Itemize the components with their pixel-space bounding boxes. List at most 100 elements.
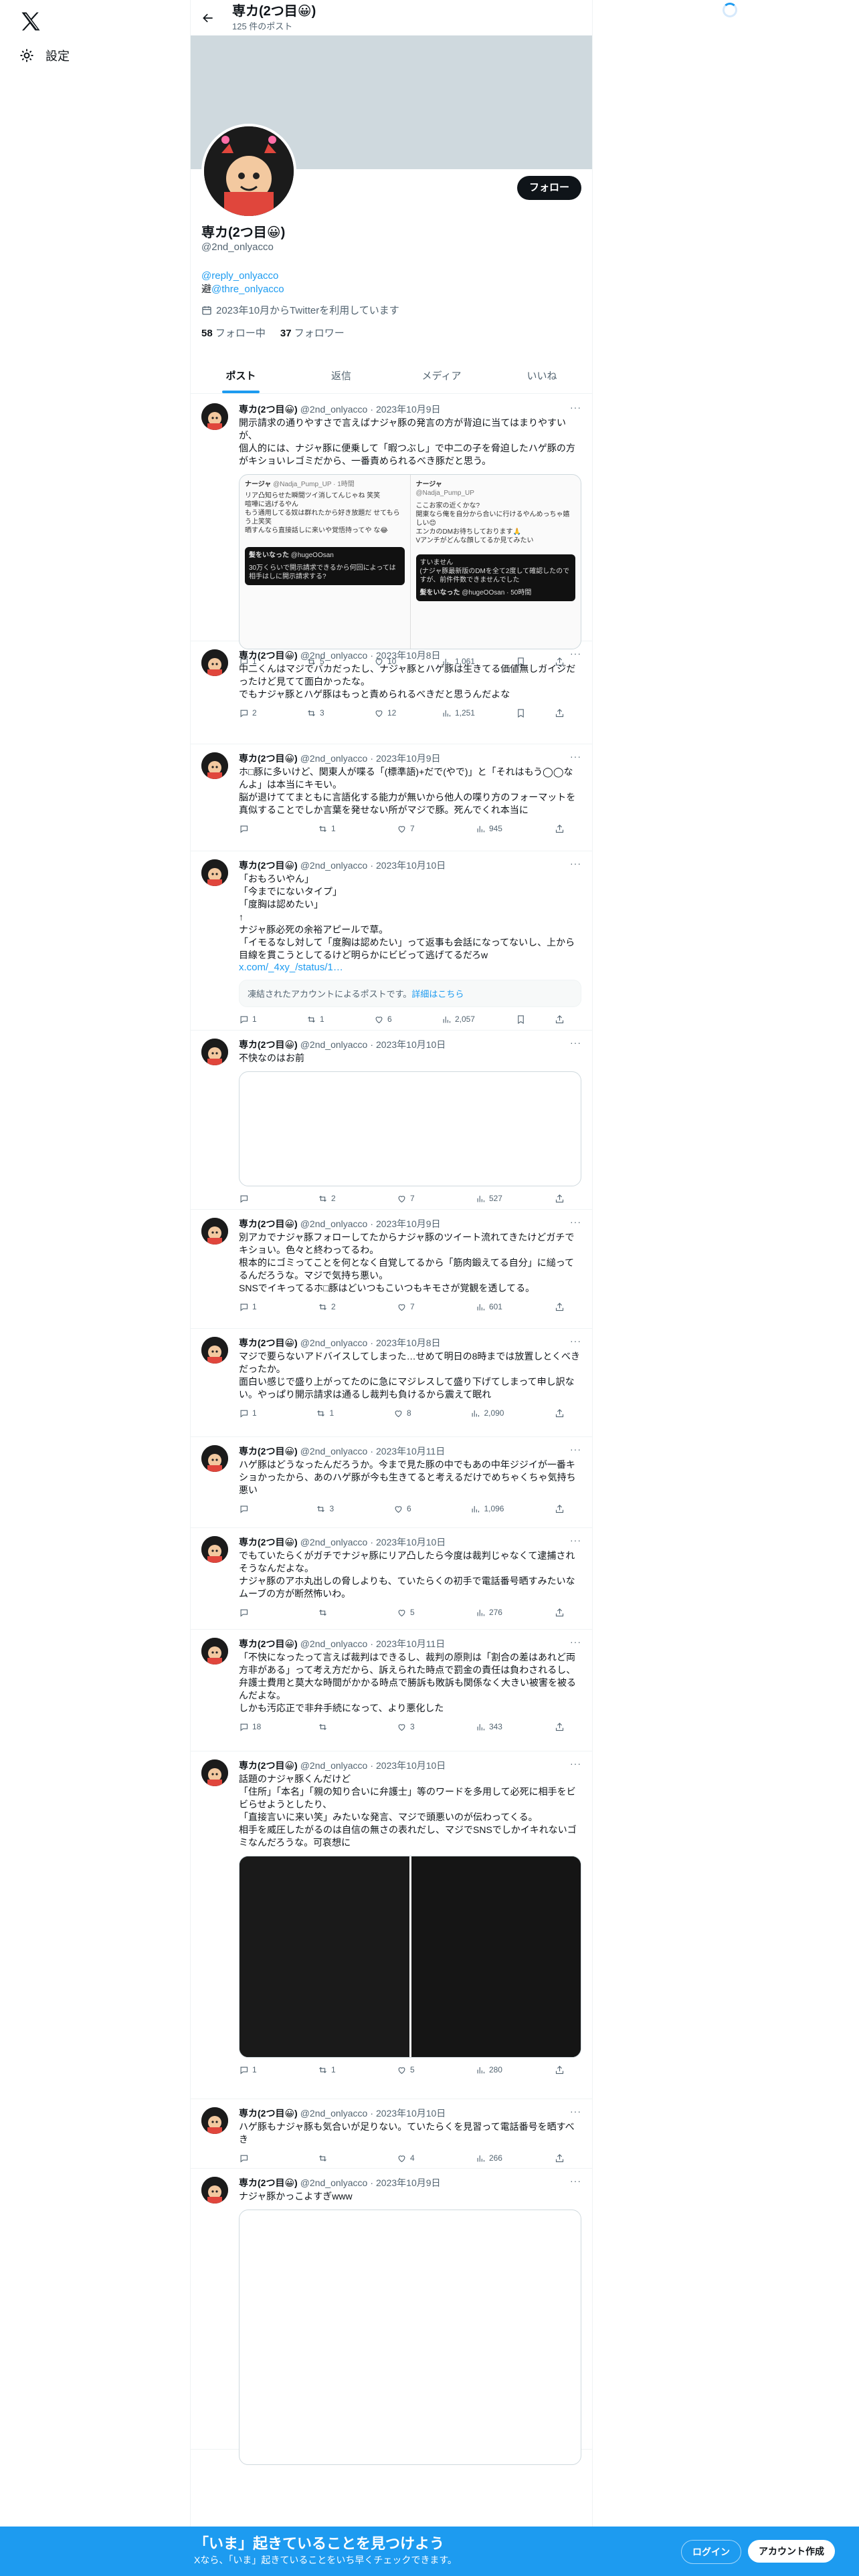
tweet[interactable]: ··· 専カ(2つ目😀) @2nd_onlyacco · 2023年10月9日 ナジャ豚か… xyxy=(191,2169,592,2465)
views-button[interactable]: 2,057 xyxy=(442,1014,475,1025)
retweet-button[interactable] xyxy=(318,1608,345,1618)
tweet-avatar[interactable] xyxy=(201,1759,228,1786)
tab-media[interactable]: メディア xyxy=(391,358,492,393)
tweet-author-handle[interactable]: @2nd_onlyacco xyxy=(300,1218,368,1230)
tweet-author-handle[interactable]: @2nd_onlyacco xyxy=(300,1337,368,1350)
tweet-author-name[interactable]: 専カ(2つ目😀) xyxy=(239,1759,298,1772)
tweet-author-name[interactable]: 専カ(2つ目😀) xyxy=(239,859,298,872)
tweet-date[interactable]: 2023年10月10日 xyxy=(376,1759,446,1772)
tweet-media[interactable] xyxy=(239,2210,581,2465)
tweet-date[interactable]: 2023年10月10日 xyxy=(376,1039,446,1051)
more-options-icon[interactable]: ··· xyxy=(570,2175,581,2186)
like-button[interactable]: 7 xyxy=(397,824,423,834)
reply-button[interactable]: 1 xyxy=(239,2065,266,2075)
retweet-button[interactable] xyxy=(318,2153,345,2163)
share-button[interactable] xyxy=(555,1722,581,1732)
tweet-author-handle[interactable]: @2nd_onlyacco xyxy=(300,752,368,765)
views-button[interactable]: 527 xyxy=(476,1194,502,1204)
tweet-date[interactable]: 2023年10月8日 xyxy=(376,649,441,662)
like-button[interactable]: 4 xyxy=(397,2153,423,2163)
tweet-author-handle[interactable]: @2nd_onlyacco xyxy=(300,1039,368,1051)
share-button[interactable] xyxy=(555,1608,581,1618)
back-arrow-icon[interactable] xyxy=(201,11,215,25)
tweet[interactable]: ··· 専カ(2つ目😀) @2nd_onlyacco · 2023年10月10日 不快なの… xyxy=(191,1031,592,1210)
tweet-author-name[interactable]: 専カ(2つ目😀) xyxy=(239,2177,298,2189)
tweet-author-handle[interactable]: @2nd_onlyacco xyxy=(300,1638,368,1650)
share-button[interactable] xyxy=(555,1014,581,1025)
tweet-avatar[interactable] xyxy=(201,1536,228,1563)
followers-link[interactable]: 37 フォロワー xyxy=(280,326,345,340)
tweet-date[interactable]: 2023年10月10日 xyxy=(376,2107,446,2120)
tweet-date[interactable]: 2023年10月8日 xyxy=(376,1337,441,1350)
like-button[interactable]: 3 xyxy=(397,1722,423,1732)
views-button[interactable]: 945 xyxy=(476,824,502,834)
tweet[interactable]: ··· 専カ(2つ目😀) @2nd_onlyacco · 2023年10月8日 中二くんは… xyxy=(191,641,592,744)
tweet[interactable]: ··· 専カ(2つ目😀) @2nd_onlyacco · 2023年10月9日 開示請求の… xyxy=(191,395,592,666)
bookmark-button[interactable] xyxy=(516,1014,543,1025)
views-button[interactable]: 280 xyxy=(476,2065,502,2075)
share-button[interactable] xyxy=(555,2153,581,2163)
tweet-author-handle[interactable]: @2nd_onlyacco xyxy=(300,1759,368,1772)
share-button[interactable] xyxy=(555,2065,581,2075)
tweet[interactable]: ··· 専カ(2つ目😀) @2nd_onlyacco · 2023年10月9日 ホ□豚に多… xyxy=(191,744,592,851)
like-button[interactable]: 7 xyxy=(397,1194,423,1204)
tweet-date[interactable]: 2023年10月10日 xyxy=(376,1536,446,1549)
nav-item-settings[interactable]: 設定 xyxy=(19,47,70,64)
signup-button[interactable]: アカウント作成 xyxy=(748,2540,835,2563)
share-button[interactable] xyxy=(555,1408,581,1418)
tweet-media[interactable] xyxy=(239,1071,581,1186)
share-button[interactable] xyxy=(555,708,581,718)
more-options-icon[interactable]: ··· xyxy=(570,858,581,869)
tweet-avatar[interactable] xyxy=(201,2107,228,2134)
retweet-button[interactable]: 3 xyxy=(306,708,333,718)
share-button[interactable] xyxy=(555,1302,581,1312)
views-button[interactable]: 1,096 xyxy=(470,1504,504,1514)
retweet-button[interactable]: 1 xyxy=(316,1408,343,1418)
more-options-icon[interactable]: ··· xyxy=(570,1444,581,1455)
follow-button[interactable]: フォロー xyxy=(516,176,581,200)
retweet-button[interactable]: 3 xyxy=(316,1504,343,1514)
retweet-button[interactable]: 1 xyxy=(306,1014,333,1025)
tweet-author-name[interactable]: 専カ(2つ目😀) xyxy=(239,1445,298,1458)
tweet-date[interactable]: 2023年10月9日 xyxy=(376,1218,441,1230)
like-button[interactable]: 5 xyxy=(397,2065,423,2075)
login-button[interactable]: ログイン xyxy=(681,2540,741,2564)
tweet-media[interactable]: ナージャ @Nadja_Pump_UP · 1時間 リア凸知らせた瞬間ツイ消して… xyxy=(239,474,581,649)
tweet-link[interactable]: x.com/_4xy_/status/1… xyxy=(239,962,581,973)
share-button[interactable] xyxy=(555,1194,581,1204)
profile-avatar[interactable] xyxy=(201,124,296,219)
more-options-icon[interactable]: ··· xyxy=(570,648,581,659)
views-button[interactable]: 266 xyxy=(476,2153,502,2163)
more-options-icon[interactable]: ··· xyxy=(570,2106,581,2117)
withheld-details-link[interactable]: 詳細はこちら xyxy=(411,989,464,999)
retweet-button[interactable]: 1 xyxy=(318,2065,345,2075)
tweet-date[interactable]: 2023年10月9日 xyxy=(376,403,441,416)
views-button[interactable]: 343 xyxy=(476,1722,502,1732)
tweet[interactable]: ··· 専カ(2つ目😀) @2nd_onlyacco · 2023年10月10日 話題のナ… xyxy=(191,1751,592,2099)
views-button[interactable]: 2,090 xyxy=(470,1408,504,1418)
retweet-button[interactable]: 2 xyxy=(318,1302,345,1312)
bio-link-reply[interactable]: @reply_onlyacco xyxy=(201,270,278,282)
share-button[interactable] xyxy=(555,1504,581,1514)
more-options-icon[interactable]: ··· xyxy=(570,1535,581,1545)
reply-button[interactable] xyxy=(239,1608,266,1618)
tweet[interactable]: ··· 専カ(2つ目😀) @2nd_onlyacco · 2023年10月9日 別アカでナ… xyxy=(191,1210,592,1329)
bookmark-button[interactable] xyxy=(516,708,543,718)
more-options-icon[interactable]: ··· xyxy=(570,1037,581,1048)
tweet-avatar[interactable] xyxy=(201,752,228,779)
tweet-media[interactable] xyxy=(239,1856,581,2058)
tweet-author-handle[interactable]: @2nd_onlyacco xyxy=(300,403,368,416)
reply-button[interactable]: 18 xyxy=(239,1722,266,1732)
views-button[interactable]: 601 xyxy=(476,1302,502,1312)
tweet-author-name[interactable]: 専カ(2つ目😀) xyxy=(239,649,298,662)
tweet-author-name[interactable]: 専カ(2つ目😀) xyxy=(239,1218,298,1230)
tweet-avatar[interactable] xyxy=(201,1638,228,1665)
retweet-button[interactable]: 1 xyxy=(318,824,345,834)
tweet-author-handle[interactable]: @2nd_onlyacco xyxy=(300,1445,368,1458)
tab-likes[interactable]: いいね xyxy=(492,358,592,393)
like-button[interactable]: 8 xyxy=(393,1408,420,1418)
more-options-icon[interactable]: ··· xyxy=(570,751,581,762)
tweet-date[interactable]: 2023年10月11日 xyxy=(376,1445,445,1458)
reply-button[interactable] xyxy=(239,1194,266,1204)
tweet-date[interactable]: 2023年10月11日 xyxy=(376,1638,445,1650)
